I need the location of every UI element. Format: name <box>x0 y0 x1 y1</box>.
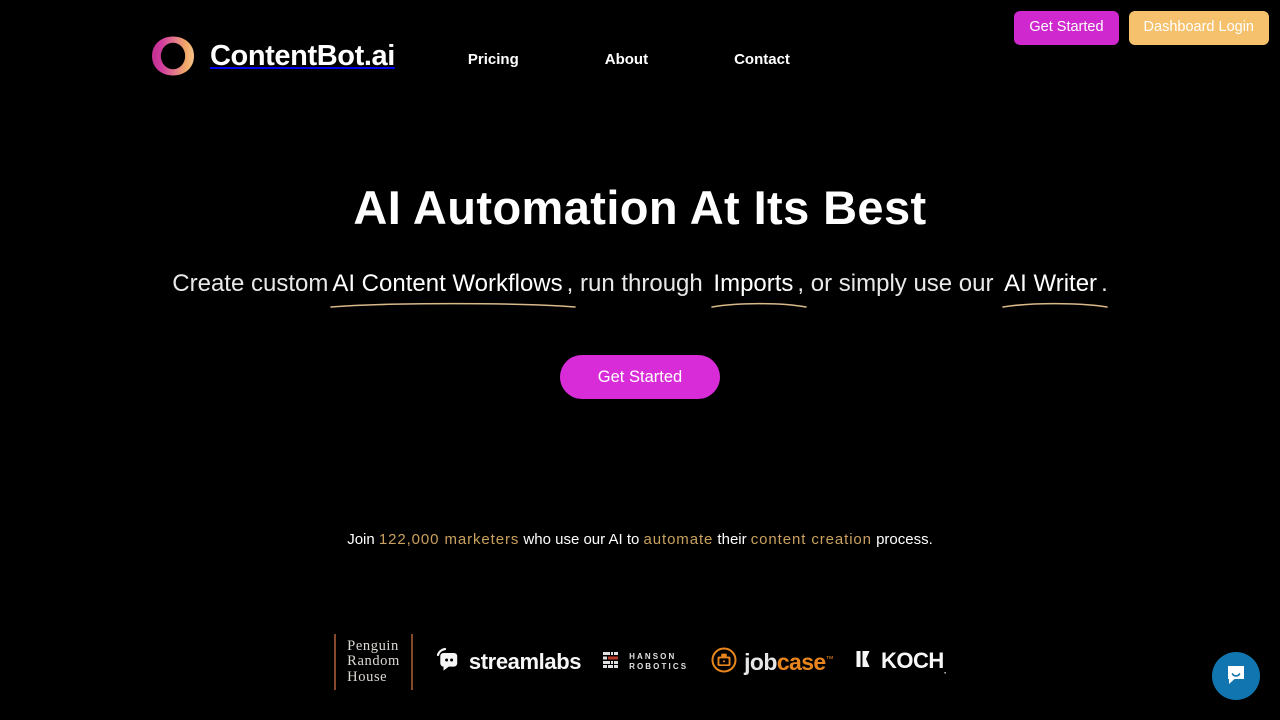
jobcase-briefcase-icon <box>710 646 738 679</box>
subhead-text-2: , run through <box>566 270 710 298</box>
highlight-label-1: AI Content Workflows <box>332 270 563 298</box>
jobcase-part-case: case <box>776 648 826 675</box>
underline-swoosh-1 <box>330 302 577 308</box>
subhead-text-4: . <box>1101 270 1108 298</box>
prh-line-2: Random <box>347 653 400 670</box>
hanson-line-1: HANSON <box>629 652 677 661</box>
koch-trademark: . <box>943 665 947 676</box>
prh-left-rule <box>334 634 337 690</box>
underline-swoosh-2 <box>711 302 808 308</box>
chat-bubble-icon <box>1224 662 1248 691</box>
jobcase-part-job: job <box>744 648 777 675</box>
koch-wordmark: KOCH. <box>881 648 946 675</box>
landing-page: Get Started Dashboard Login ContentBot.a… <box>0 0 1280 720</box>
underline-swoosh-3 <box>1002 302 1108 308</box>
subhead-text-1: Create custom <box>172 270 329 298</box>
hero-subheadline: Create custom AI Content Workflows, run t… <box>0 268 1280 308</box>
logo-jobcase: jobcase™ <box>710 646 834 679</box>
logo-penguin-random-house: Penguin Random House <box>334 634 413 690</box>
hero-cta-wrapper: Get Started <box>0 354 1280 400</box>
highlight-ai-writer[interactable]: AI Writer <box>1000 268 1108 308</box>
social-proof-text: Join 122,000 marketers who use our AI to… <box>0 529 1280 550</box>
client-logo-strip: Penguin Random House streamlabs HANSON R… <box>0 634 1280 690</box>
social-marketer-count: 122,000 marketers <box>378 531 520 548</box>
dashboard-login-button[interactable]: Dashboard Login <box>1128 11 1269 45</box>
logo-koch: KOCH. <box>855 648 946 676</box>
streamlabs-wordmark: streamlabs <box>468 649 582 674</box>
streamlabs-icon <box>435 647 461 678</box>
prh-line-1: Penguin <box>347 637 399 654</box>
social-prefix: Join <box>347 531 379 548</box>
jobcase-wordmark: jobcase™ <box>744 648 834 676</box>
social-suffix: process. <box>871 531 933 548</box>
highlight-imports[interactable]: Imports <box>709 268 808 308</box>
koch-mark-icon <box>855 648 877 675</box>
jobcase-trademark: ™ <box>825 653 834 663</box>
highlight-ai-content-workflows[interactable]: AI Content Workflows <box>328 268 577 308</box>
social-middle-2: their <box>713 531 751 548</box>
social-topic: content creation <box>750 531 872 548</box>
hanson-barcode-icon <box>603 651 623 674</box>
prh-line-3: House <box>347 668 388 685</box>
get-started-button-header[interactable]: Get Started <box>1014 11 1119 45</box>
subhead-text-3: , or simply use our <box>797 270 1001 298</box>
koch-text: KOCH <box>881 648 944 674</box>
top-action-bar: Get Started Dashboard Login <box>1014 11 1269 45</box>
get-started-cta-button[interactable]: Get Started <box>559 354 721 400</box>
hero-section: AI Automation At Its Best Create custom A… <box>0 0 1280 400</box>
highlight-label-2: Imports <box>713 270 794 298</box>
logo-hanson-robotics: HANSON ROBOTICS <box>603 651 688 674</box>
hero-headline: AI Automation At Its Best <box>353 181 927 234</box>
logo-streamlabs: streamlabs <box>435 647 582 678</box>
highlight-label-3: AI Writer <box>1004 270 1098 298</box>
hanson-line-2: ROBOTICS <box>629 662 689 671</box>
chat-launcher-button[interactable] <box>1212 652 1260 700</box>
social-middle-1: who use our AI to <box>519 531 644 548</box>
social-action: automate <box>643 531 714 548</box>
prh-right-rule <box>410 634 413 690</box>
